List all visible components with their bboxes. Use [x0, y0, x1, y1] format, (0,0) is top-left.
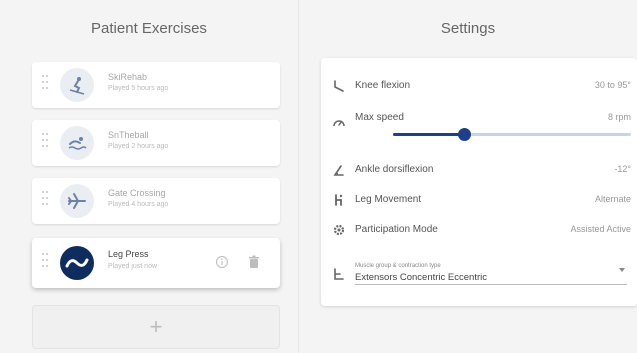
- exercise-name: SkiRehab: [108, 72, 148, 82]
- exercise-name: SnTheball: [108, 130, 149, 140]
- settings-panel: Settings Knee flexion 30 to 95° Max spee…: [299, 0, 637, 353]
- setting-label: Ankle dorsiflexion: [355, 164, 434, 175]
- skier-icon: [60, 68, 94, 102]
- setting-value: Alternate: [594, 194, 631, 204]
- wave-icon: [60, 246, 94, 280]
- exercise-name: Leg Press: [108, 249, 149, 259]
- muscle-group-select[interactable]: Extensors Concentric Eccentric: [355, 272, 487, 283]
- settings-card: Knee flexion 30 to 95° Max speed 8 rpm A…: [321, 58, 637, 306]
- plus-icon: +: [149, 314, 163, 339]
- drag-handle-icon[interactable]: [42, 75, 48, 95]
- gear-icon: [331, 222, 347, 238]
- setting-value: Assisted Active: [570, 224, 631, 234]
- patient-exercises-panel: Patient Exercises SkiRehab Played 5 hour…: [0, 0, 298, 353]
- exercise-card-gate-crossing[interactable]: Gate Crossing Played 4 hours ago: [32, 178, 280, 224]
- exercise-subtitle: Played 4 hours ago: [108, 201, 169, 208]
- exercise-card-sntheball[interactable]: SnTheball Played 2 hours ago: [32, 120, 280, 166]
- setting-max-speed[interactable]: Max speed 8 rpm: [321, 108, 637, 132]
- exercise-name: Gate Crossing: [108, 188, 166, 198]
- exercise-card-skirehab[interactable]: SkiRehab Played 5 hours ago: [32, 62, 280, 108]
- drag-handle-icon[interactable]: [42, 191, 48, 211]
- dropdown-arrow-icon[interactable]: [619, 268, 625, 272]
- settings-title: Settings: [440, 20, 496, 37]
- setting-knee-flexion[interactable]: Knee flexion 30 to 95°: [321, 74, 637, 98]
- slider-fill: [393, 133, 465, 136]
- setting-label: Participation Mode: [355, 224, 438, 235]
- exercise-subtitle: Played 2 hours ago: [108, 143, 169, 150]
- exercise-card-leg-press[interactable]: Leg Press Played just now: [32, 238, 280, 288]
- select-underline: [355, 284, 627, 285]
- setting-leg-movement[interactable]: Leg Movement Alternate: [321, 188, 637, 212]
- muscle-icon: [331, 266, 347, 282]
- max-speed-slider[interactable]: [393, 128, 631, 141]
- patient-exercises-title: Patient Exercises: [91, 20, 207, 37]
- setting-participation-mode[interactable]: Participation Mode Assisted Active: [321, 218, 637, 242]
- muscle-group-select-label: Muscle group & contraction type: [355, 263, 441, 269]
- drag-handle-icon[interactable]: [42, 253, 48, 273]
- exercise-subtitle: Played just now: [108, 263, 158, 270]
- slider-thumb[interactable]: [458, 128, 472, 141]
- add-exercise-button[interactable]: +: [32, 305, 280, 349]
- info-icon[interactable]: [214, 254, 230, 270]
- setting-label: Max speed: [355, 112, 404, 123]
- exercise-subtitle: Played 5 hours ago: [108, 85, 169, 92]
- speedometer-icon: [331, 115, 347, 131]
- swimmer-icon: [60, 126, 94, 160]
- setting-label: Leg Movement: [355, 194, 422, 205]
- setting-value: 8 rpm: [607, 112, 631, 122]
- drag-handle-icon[interactable]: [42, 133, 48, 153]
- legs-icon: [331, 192, 347, 208]
- airplane-icon: [60, 184, 94, 218]
- delete-icon[interactable]: [246, 254, 262, 270]
- knee-icon: [331, 78, 347, 94]
- setting-value: 30 to 95°: [594, 80, 631, 90]
- setting-label: Knee flexion: [355, 80, 411, 91]
- setting-value: -12°: [614, 164, 631, 174]
- setting-ankle-dorsiflexion[interactable]: Ankle dorsiflexion -12°: [321, 158, 637, 182]
- angle-icon: [331, 162, 347, 178]
